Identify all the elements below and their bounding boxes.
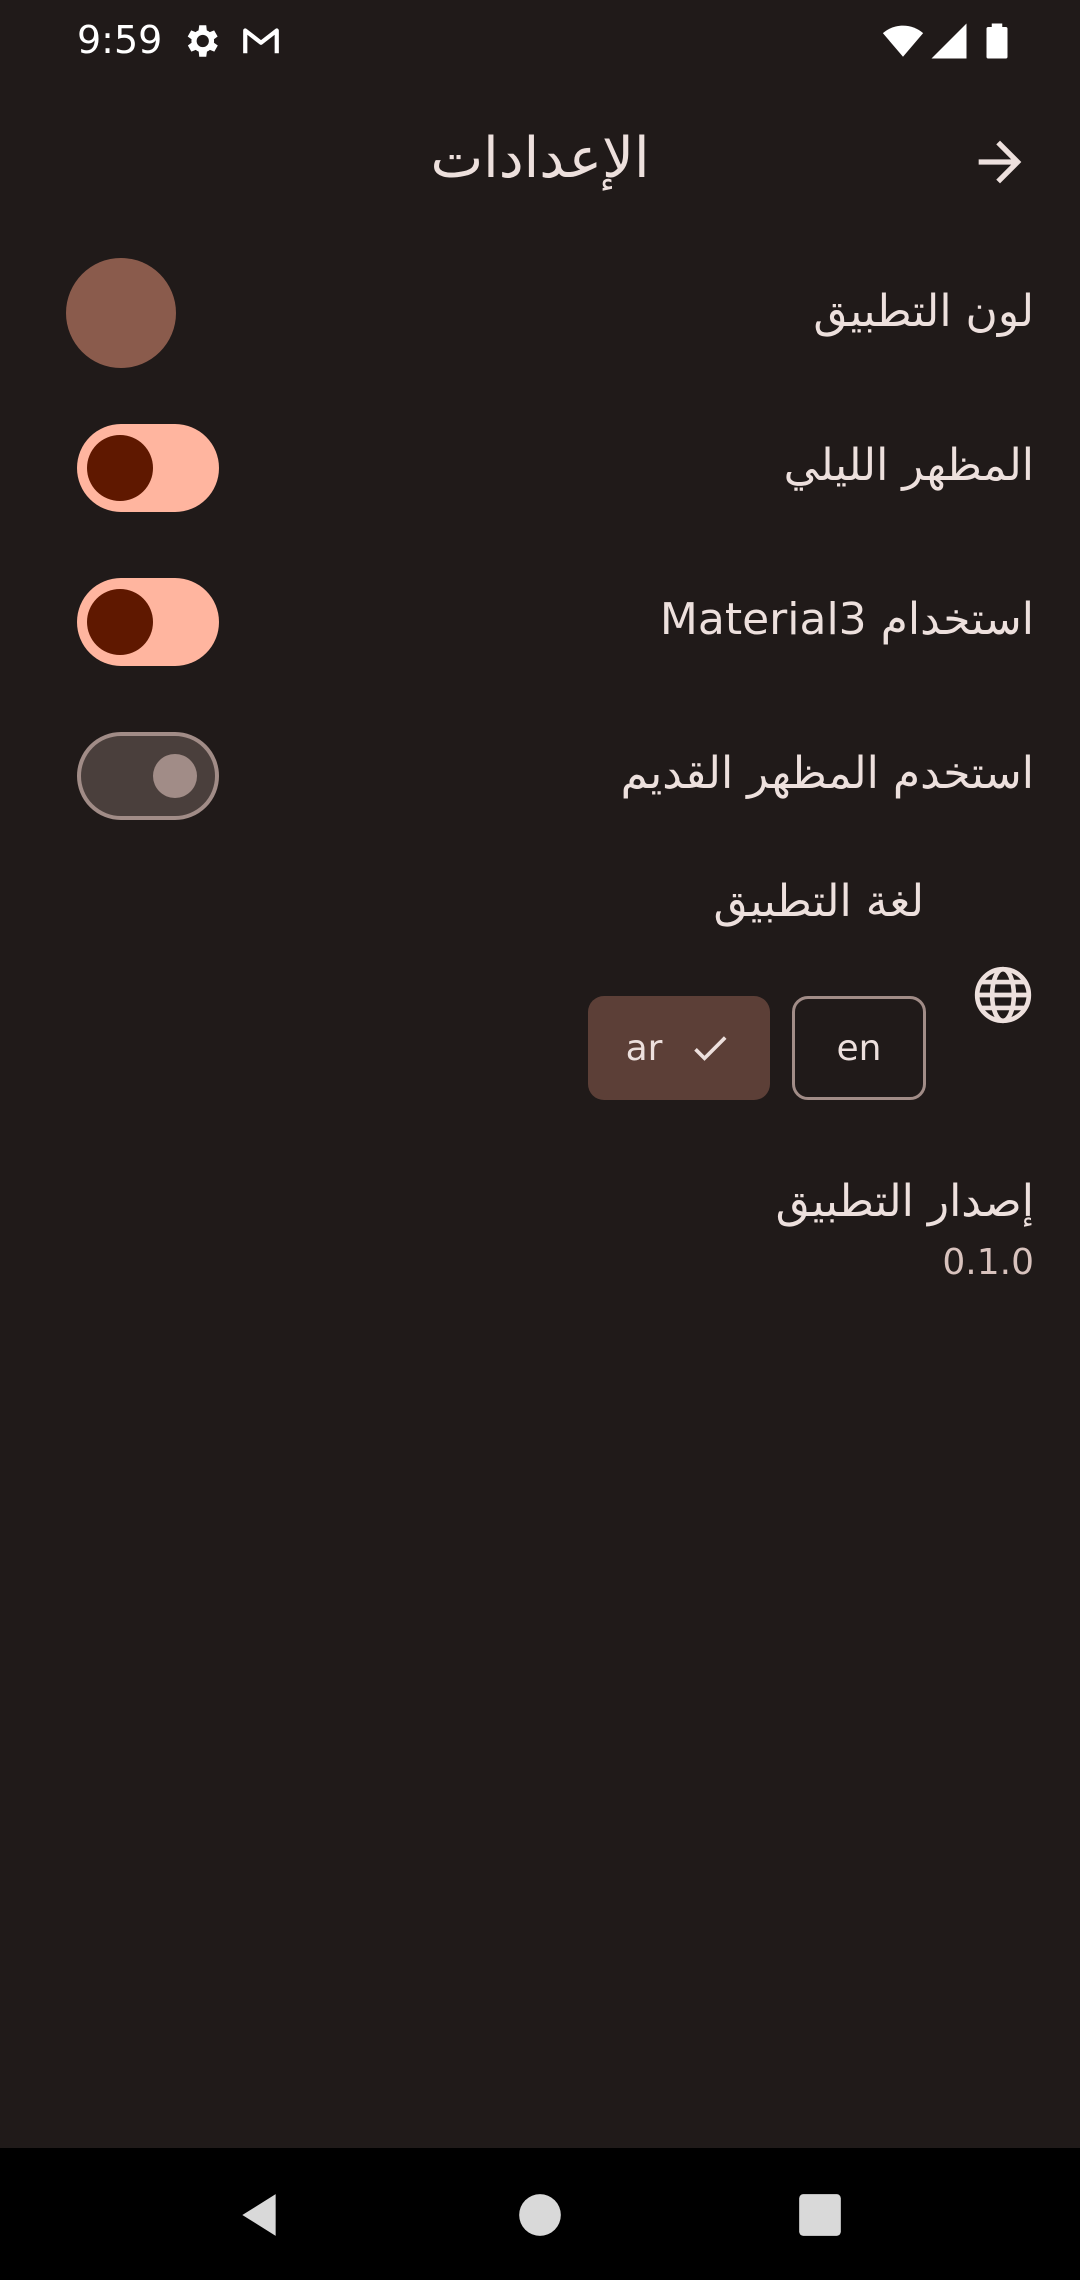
- home-circle-icon[interactable]: [515, 2190, 565, 2240]
- navigation-bar: [0, 2148, 1080, 2280]
- status-time: 9:59: [77, 18, 163, 62]
- language-chip-ar[interactable]: ar: [588, 996, 770, 1100]
- app-color-label: لون التطبيق: [813, 286, 1034, 337]
- signal-icon: [928, 20, 970, 62]
- settings-icon: [180, 20, 222, 62]
- arrow-forward-icon: [978, 140, 1022, 184]
- check-icon: [694, 1036, 727, 1061]
- recents-square-icon[interactable]: [795, 2190, 845, 2240]
- material3-switch[interactable]: [77, 578, 219, 666]
- app-color-swatch[interactable]: [66, 258, 176, 368]
- switch-thumb: [153, 754, 197, 798]
- status-bar: 9:59: [0, 0, 1080, 84]
- back-triangle-icon[interactable]: [234, 2190, 284, 2240]
- version-value: 0.1.0: [942, 1242, 1034, 1283]
- material3-label: استخدام Material3: [659, 594, 1034, 645]
- settings-screen: 9:59 الإعدادات لون التطبيق المظهر الليلي…: [0, 0, 1080, 2280]
- page-title: الإعدادات: [430, 126, 650, 191]
- switch-thumb: [87, 435, 153, 501]
- top-app-bar: الإعدادات: [0, 104, 1080, 216]
- dark-mode-label: المظهر الليلي: [783, 440, 1034, 491]
- version-label: إصدار التطبيق: [775, 1176, 1034, 1227]
- language-label: لغة التطبيق: [713, 876, 924, 927]
- old-look-switch[interactable]: [77, 732, 219, 820]
- globe-icon: [972, 964, 1034, 1026]
- chip-label: ar: [625, 1027, 663, 1069]
- switch-thumb: [87, 589, 153, 655]
- gmail-icon: [240, 20, 282, 62]
- wifi-icon: [880, 20, 926, 62]
- battery-icon: [976, 20, 1018, 62]
- language-chip-en[interactable]: en: [792, 996, 926, 1100]
- chip-label: en: [836, 1027, 882, 1069]
- old-look-label: استخدم المظهر القديم: [620, 748, 1034, 799]
- back-button[interactable]: [968, 130, 1032, 194]
- dark-mode-switch[interactable]: [77, 424, 219, 512]
